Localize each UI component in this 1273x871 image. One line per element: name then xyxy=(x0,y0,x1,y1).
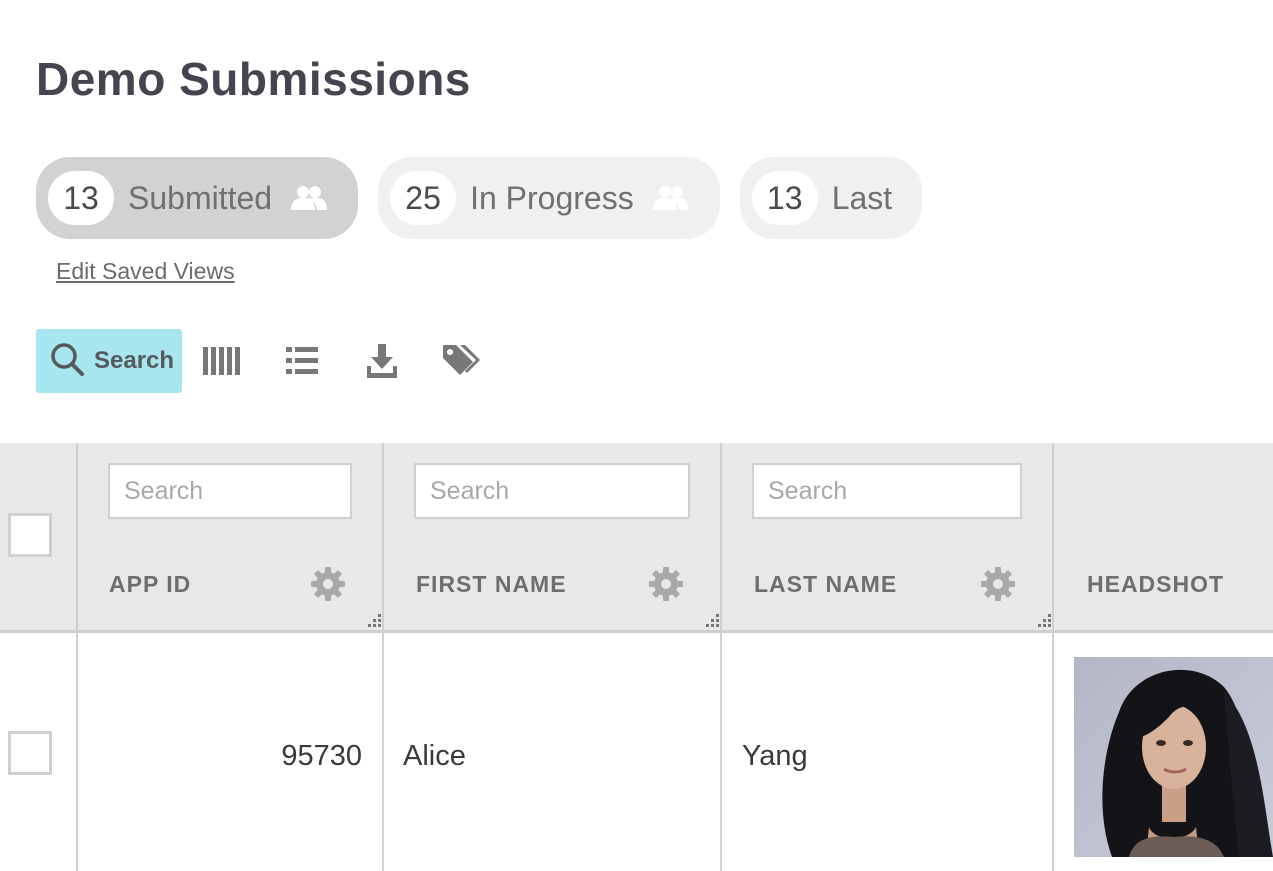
column-divider xyxy=(720,443,722,871)
gear-icon[interactable] xyxy=(649,567,683,606)
download-icon[interactable] xyxy=(342,329,422,393)
shared-users-icon xyxy=(652,185,690,211)
search-button-label: Search xyxy=(94,347,175,374)
view-count: 13 xyxy=(751,171,818,225)
toolbar: Search xyxy=(36,329,502,393)
cell-last-name: Yang xyxy=(742,740,808,772)
view-last[interactable]: 13 Last xyxy=(739,157,923,239)
search-icon xyxy=(50,342,84,381)
saved-views: 13 Submitted 25 In Progress 13 Last xyxy=(36,157,923,239)
search-button[interactable]: Search xyxy=(36,329,182,393)
view-label: Submitted xyxy=(128,179,273,216)
table-header: APP ID FIRST NAME xyxy=(0,443,1273,633)
row-checkbox[interactable] xyxy=(8,731,52,775)
gear-icon[interactable] xyxy=(311,567,345,606)
view-in-progress[interactable]: 25 In Progress xyxy=(378,157,720,239)
column-header-app-id: APP ID xyxy=(109,571,192,597)
column-header-last-name: LAST NAME xyxy=(754,571,898,597)
column-divider xyxy=(1052,443,1054,871)
view-label: In Progress xyxy=(470,179,634,216)
list-icon[interactable] xyxy=(262,329,342,393)
resize-handle-icon[interactable] xyxy=(366,614,382,635)
cell-first-name: Alice xyxy=(403,740,466,772)
resize-handle-icon[interactable] xyxy=(704,614,720,635)
column-header-headshot: HEADSHOT xyxy=(1087,571,1225,597)
first-name-search-input[interactable] xyxy=(414,463,690,519)
cell-app-id: 95730 xyxy=(281,740,362,772)
submissions-table: APP ID FIRST NAME xyxy=(0,443,1273,871)
view-count: 13 xyxy=(48,171,114,225)
app-id-search-input[interactable] xyxy=(108,463,352,519)
columns-icon[interactable] xyxy=(182,329,262,393)
gear-icon[interactable] xyxy=(981,567,1015,606)
view-count: 25 xyxy=(390,171,457,225)
resize-handle-icon[interactable] xyxy=(1036,614,1052,635)
view-label: Last xyxy=(831,179,893,216)
select-all-checkbox[interactable] xyxy=(8,513,52,557)
page-title: Demo Submissions xyxy=(36,53,471,105)
view-submitted[interactable]: 13 Submitted xyxy=(36,157,359,239)
tag-icon[interactable] xyxy=(422,329,502,393)
column-header-first-name: FIRST NAME xyxy=(416,571,567,597)
edit-saved-views-link[interactable]: Edit Saved Views xyxy=(56,258,235,285)
last-name-search-input[interactable] xyxy=(752,463,1022,519)
shared-users-icon xyxy=(290,185,328,211)
column-divider xyxy=(76,443,78,871)
column-divider xyxy=(382,443,384,871)
headshot-image[interactable] xyxy=(1074,657,1273,857)
